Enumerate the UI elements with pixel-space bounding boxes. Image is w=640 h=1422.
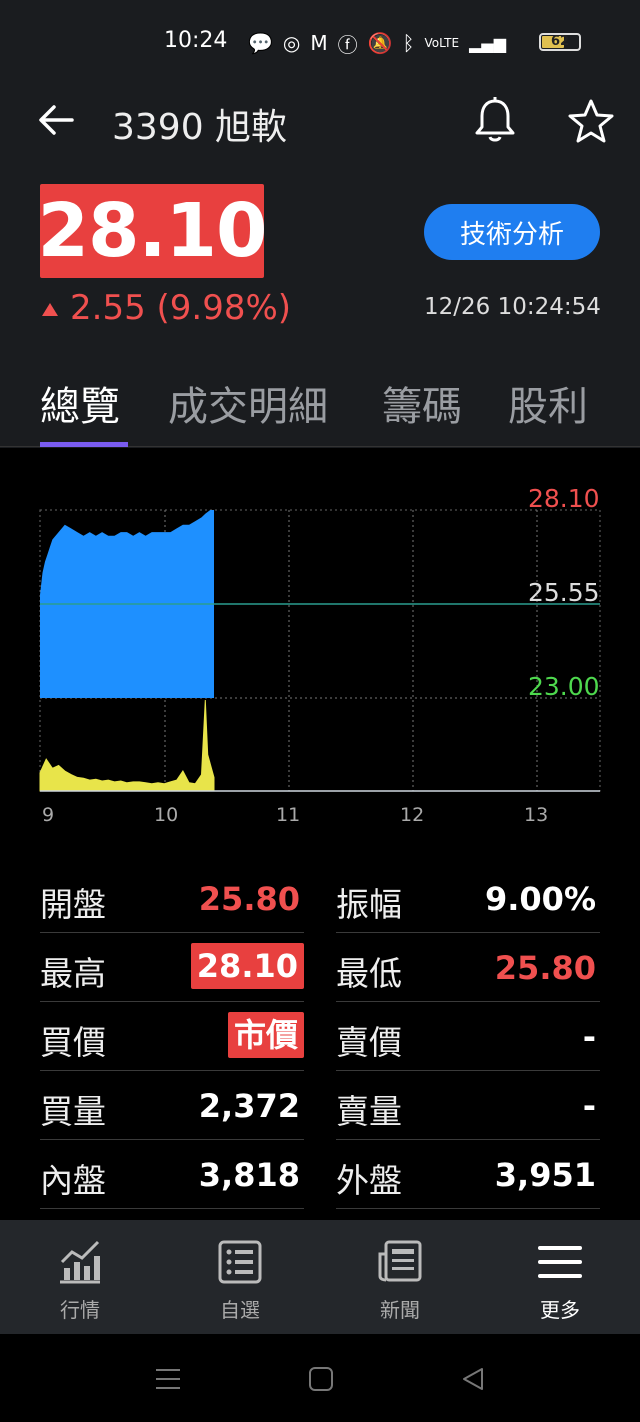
tab-trade-details[interactable]: 成交明細	[168, 374, 328, 432]
stat-value: 3,818	[198, 1156, 300, 1194]
technical-analysis-button[interactable]: 技術分析	[424, 204, 600, 260]
stock-title: 3390 旭軟	[112, 107, 288, 148]
bottom-nav: 行情 自選 新聞 更多	[0, 1220, 640, 1334]
stat-label: 最低	[336, 954, 402, 993]
watchlist-icon	[218, 1240, 262, 1284]
facebook-icon: ⓕ	[337, 32, 358, 57]
stat-bid: 買價 市價	[40, 1002, 304, 1071]
header: 3390 旭軟	[0, 86, 640, 156]
stat-label: 最高	[40, 954, 106, 993]
stat-label: 賣價	[336, 1023, 402, 1062]
reference-price-label: 25.55	[528, 578, 600, 607]
gmail-icon: M	[310, 31, 328, 55]
stat-value: 2,372	[198, 1087, 300, 1125]
low-price-label: 23.00	[528, 672, 600, 701]
recent-apps-icon[interactable]	[154, 1366, 182, 1392]
stat-label: 買價	[40, 1023, 106, 1062]
status-icons: 💬 ◎ M ⓕ 🔕 ᛒ VoLTE ▂▄▆	[248, 28, 506, 58]
x-tick-label: 12	[400, 804, 425, 826]
nav-label: 更多	[540, 1298, 580, 1322]
volte-icon: VoLTE	[424, 36, 460, 50]
stat-value: 9.00%	[484, 880, 596, 918]
active-tab-indicator	[40, 442, 128, 447]
mute-icon: 🔕	[367, 31, 393, 55]
x-tick-label: 9	[42, 804, 55, 826]
status-time: 10:24	[164, 28, 228, 53]
stat-outer: 外盤 3,951	[336, 1140, 600, 1209]
stat-inner: 內盤 3,818	[40, 1140, 304, 1209]
stat-label: 賣量	[336, 1092, 402, 1131]
news-icon	[378, 1240, 422, 1282]
nav-label: 新聞	[380, 1298, 420, 1322]
back-arrow-icon[interactable]	[36, 102, 76, 138]
nav-market[interactable]: 行情	[0, 1220, 160, 1334]
intraday-chart[interactable]: 28.10 25.55 23.00 9 10 11 12 13	[0, 448, 640, 840]
tab-dividend[interactable]: 股利	[508, 374, 588, 432]
price-change: 2.55 (9.98%)	[70, 288, 292, 328]
battery-level: 62	[550, 34, 570, 49]
volume-area	[39, 699, 215, 792]
x-tick-label: 10	[154, 804, 179, 826]
price-box: 28.10	[37, 184, 268, 278]
up-triangle-icon	[42, 303, 58, 316]
stat-value: 28.10	[190, 943, 304, 989]
stat-value: -	[582, 1018, 596, 1056]
stat-ask-volume: 賣量 -	[336, 1071, 600, 1140]
x-tick-label: 13	[524, 804, 549, 826]
menu-icon	[538, 1246, 582, 1278]
stat-value: -	[582, 1087, 596, 1125]
nav-watchlist[interactable]: 自選	[160, 1220, 320, 1334]
battery-icon: 62	[539, 33, 581, 51]
status-bar: 10:24 💬 ◎ M ⓕ 🔕 ᛒ VoLTE ▂▄▆ 62	[0, 0, 640, 86]
home-icon[interactable]	[308, 1366, 334, 1392]
back-icon[interactable]	[460, 1366, 486, 1392]
stat-high: 最高 28.10	[40, 933, 304, 1002]
stat-label: 開盤	[40, 885, 106, 924]
stat-open: 開盤 25.80	[40, 864, 304, 933]
system-nav-bar	[0, 1334, 640, 1422]
nav-label: 行情	[60, 1298, 100, 1322]
nav-label: 自選	[220, 1298, 260, 1322]
tab-overview[interactable]: 總覽	[40, 374, 120, 432]
x-tick-label: 11	[276, 804, 301, 826]
chat-bubble-icon: 💬	[248, 31, 273, 55]
market-chart-icon	[60, 1240, 100, 1284]
stat-amplitude: 振幅 9.00%	[336, 864, 600, 933]
tab-chips[interactable]: 籌碼	[382, 374, 462, 432]
stat-value: 3,951	[494, 1156, 596, 1194]
stat-label: 買量	[40, 1092, 106, 1131]
current-price: 28.10	[37, 188, 267, 274]
star-icon[interactable]	[566, 98, 616, 144]
bluetooth-icon: ᛒ	[402, 31, 415, 55]
quote-timestamp: 12/26 10:24:54	[424, 294, 601, 320]
stat-low: 最低 25.80	[336, 933, 600, 1002]
stat-label: 外盤	[336, 1161, 402, 1200]
stat-label: 內盤	[40, 1161, 106, 1200]
tab-bar: 總覽 成交明細 籌碼 股利	[0, 360, 640, 447]
stat-value: 25.80	[198, 880, 300, 918]
stat-ask: 賣價 -	[336, 1002, 600, 1071]
signal-icon: ▂▄▆	[469, 33, 507, 53]
bell-icon[interactable]	[472, 96, 518, 144]
high-price-label: 28.10	[528, 484, 600, 513]
stat-value: 市價	[227, 1012, 304, 1058]
nav-more[interactable]: 更多	[480, 1220, 640, 1334]
stat-label: 振幅	[336, 885, 402, 924]
stat-value: 25.80	[494, 949, 596, 987]
nav-news[interactable]: 新聞	[320, 1220, 480, 1334]
instagram-icon: ◎	[282, 31, 301, 55]
stat-bid-volume: 買量 2,372	[40, 1071, 304, 1140]
stats-panel: 開盤 25.80 最高 28.10 買價 市價 買量 2,372 內盤 3,81…	[0, 840, 640, 1220]
